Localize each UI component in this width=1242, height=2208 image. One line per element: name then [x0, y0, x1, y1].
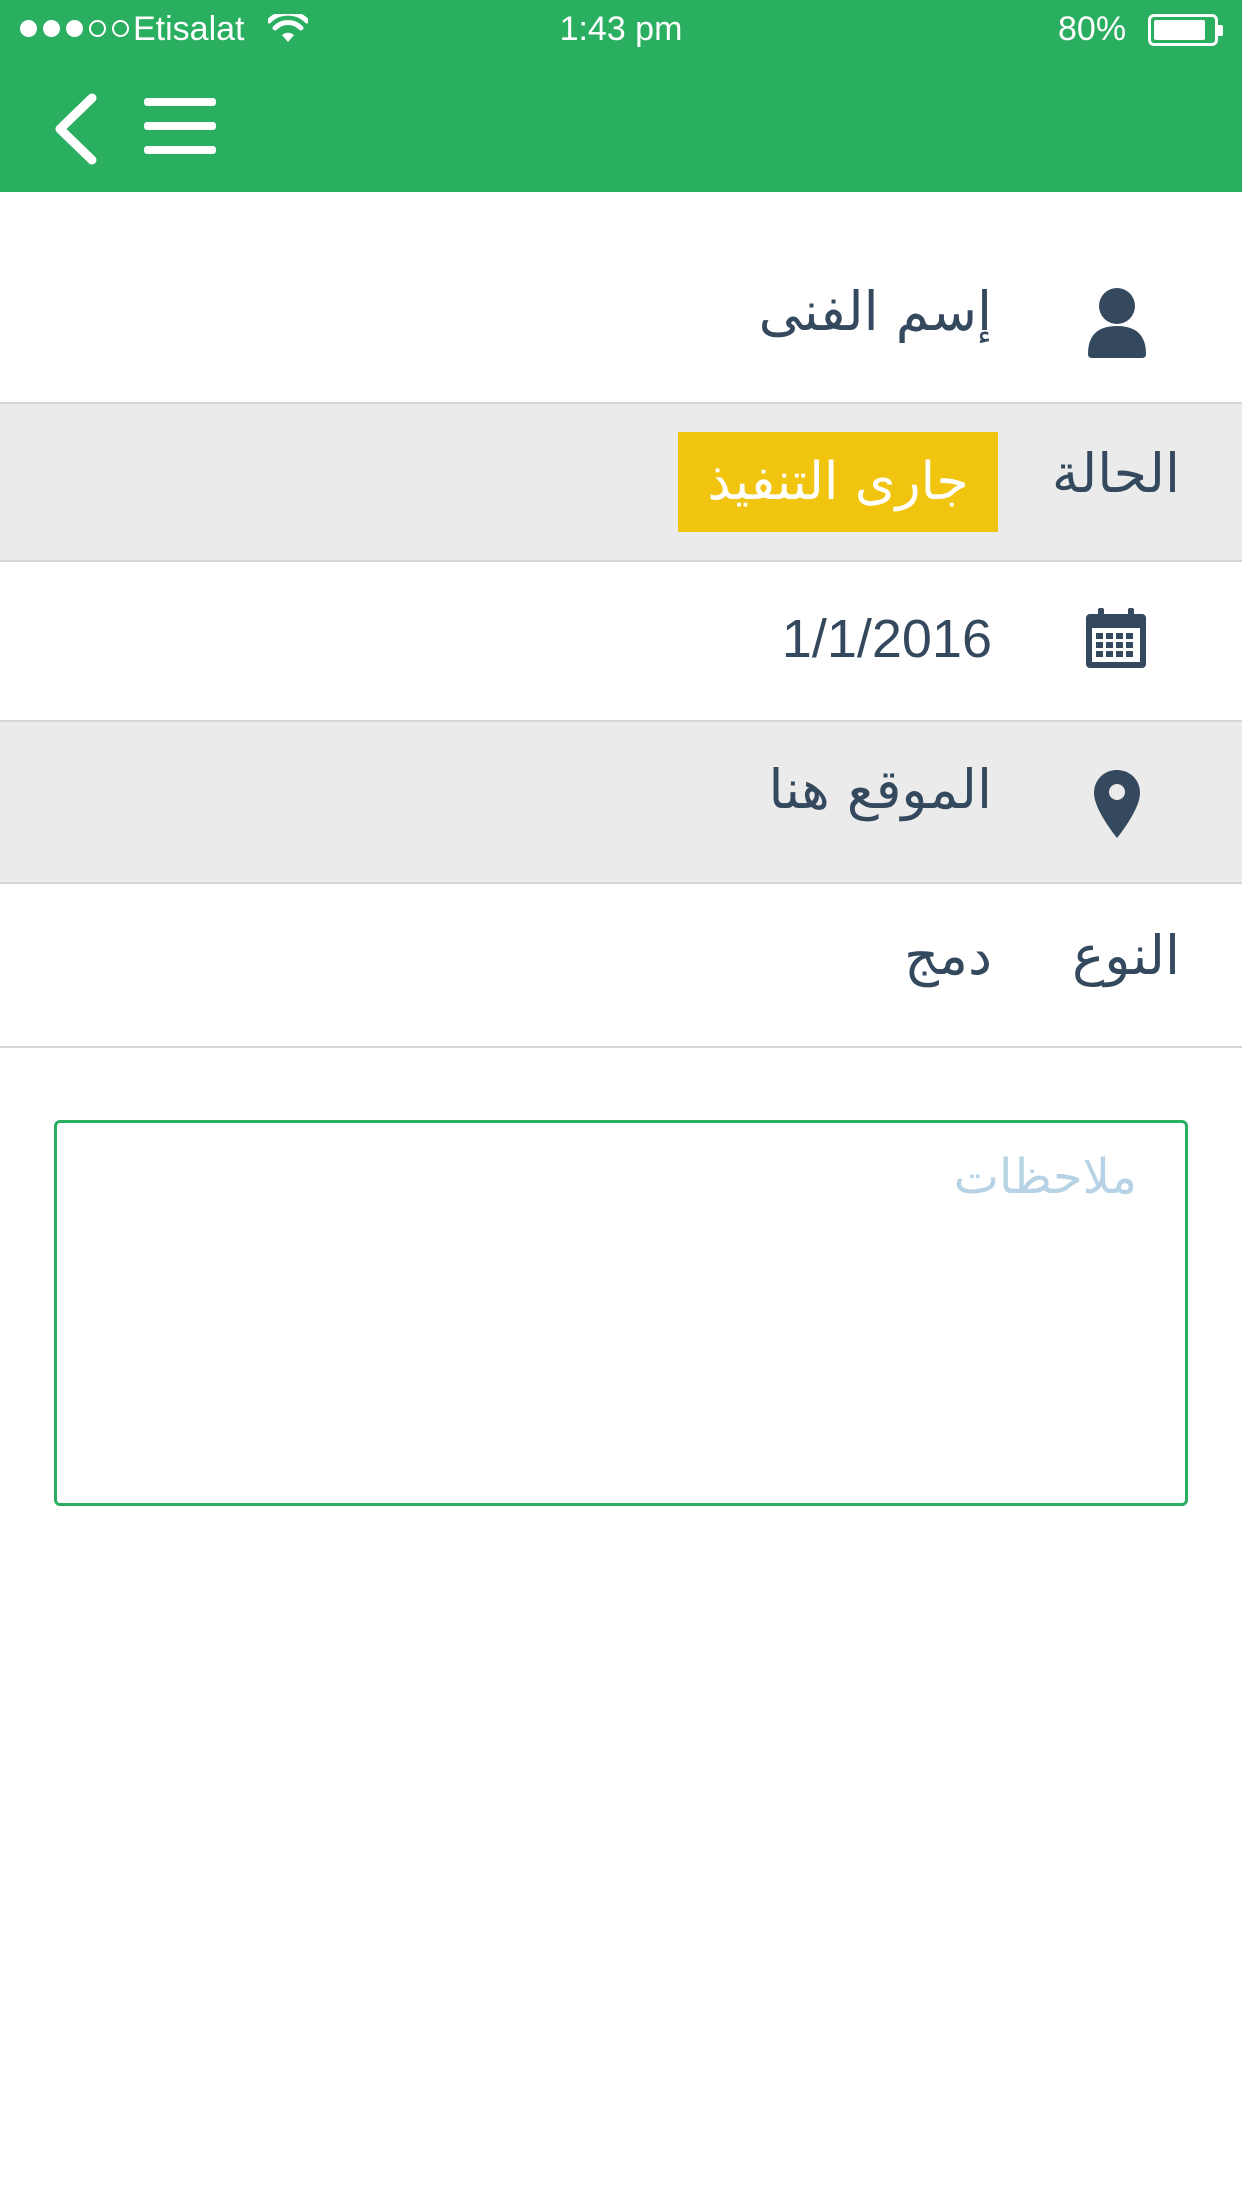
hamburger-menu-icon: [144, 98, 216, 106]
battery-icon: [1148, 14, 1223, 46]
user-icon: [1088, 288, 1146, 358]
type-label: النوع: [1072, 924, 1180, 987]
notes-input[interactable]: ملاحظات: [54, 1120, 1188, 1506]
status-time: 1:43 pm: [559, 10, 683, 48]
status-bar: Etisalat 1:43 pm 80%: [0, 0, 1242, 64]
technician-row: إسم الفنى: [0, 192, 1242, 404]
battery-percentage: 80%: [1058, 10, 1127, 48]
status-row: الحالة جارى التنفيذ: [0, 404, 1242, 562]
back-button[interactable]: [48, 88, 104, 170]
app-bar: Etisalat 1:43 pm 80%: [0, 0, 1242, 192]
chevron-left-icon: [55, 93, 97, 165]
date-value: 1/1/2016: [781, 609, 992, 669]
technician-name: إسم الفنى: [758, 280, 992, 343]
calendar-icon: [1086, 608, 1146, 668]
location-row: الموقع هنا: [0, 722, 1242, 884]
location-value: الموقع هنا: [768, 758, 992, 821]
date-row: 1/1/2016: [0, 562, 1242, 722]
notes-placeholder: ملاحظات: [953, 1149, 1137, 1205]
status-badge: جارى التنفيذ: [678, 432, 998, 532]
menu-button[interactable]: [140, 94, 220, 158]
type-value: دمج: [904, 924, 992, 987]
status-label: الحالة: [1051, 442, 1180, 505]
map-pin-icon: [1094, 770, 1140, 838]
type-row: النوع دمج: [0, 884, 1242, 1048]
